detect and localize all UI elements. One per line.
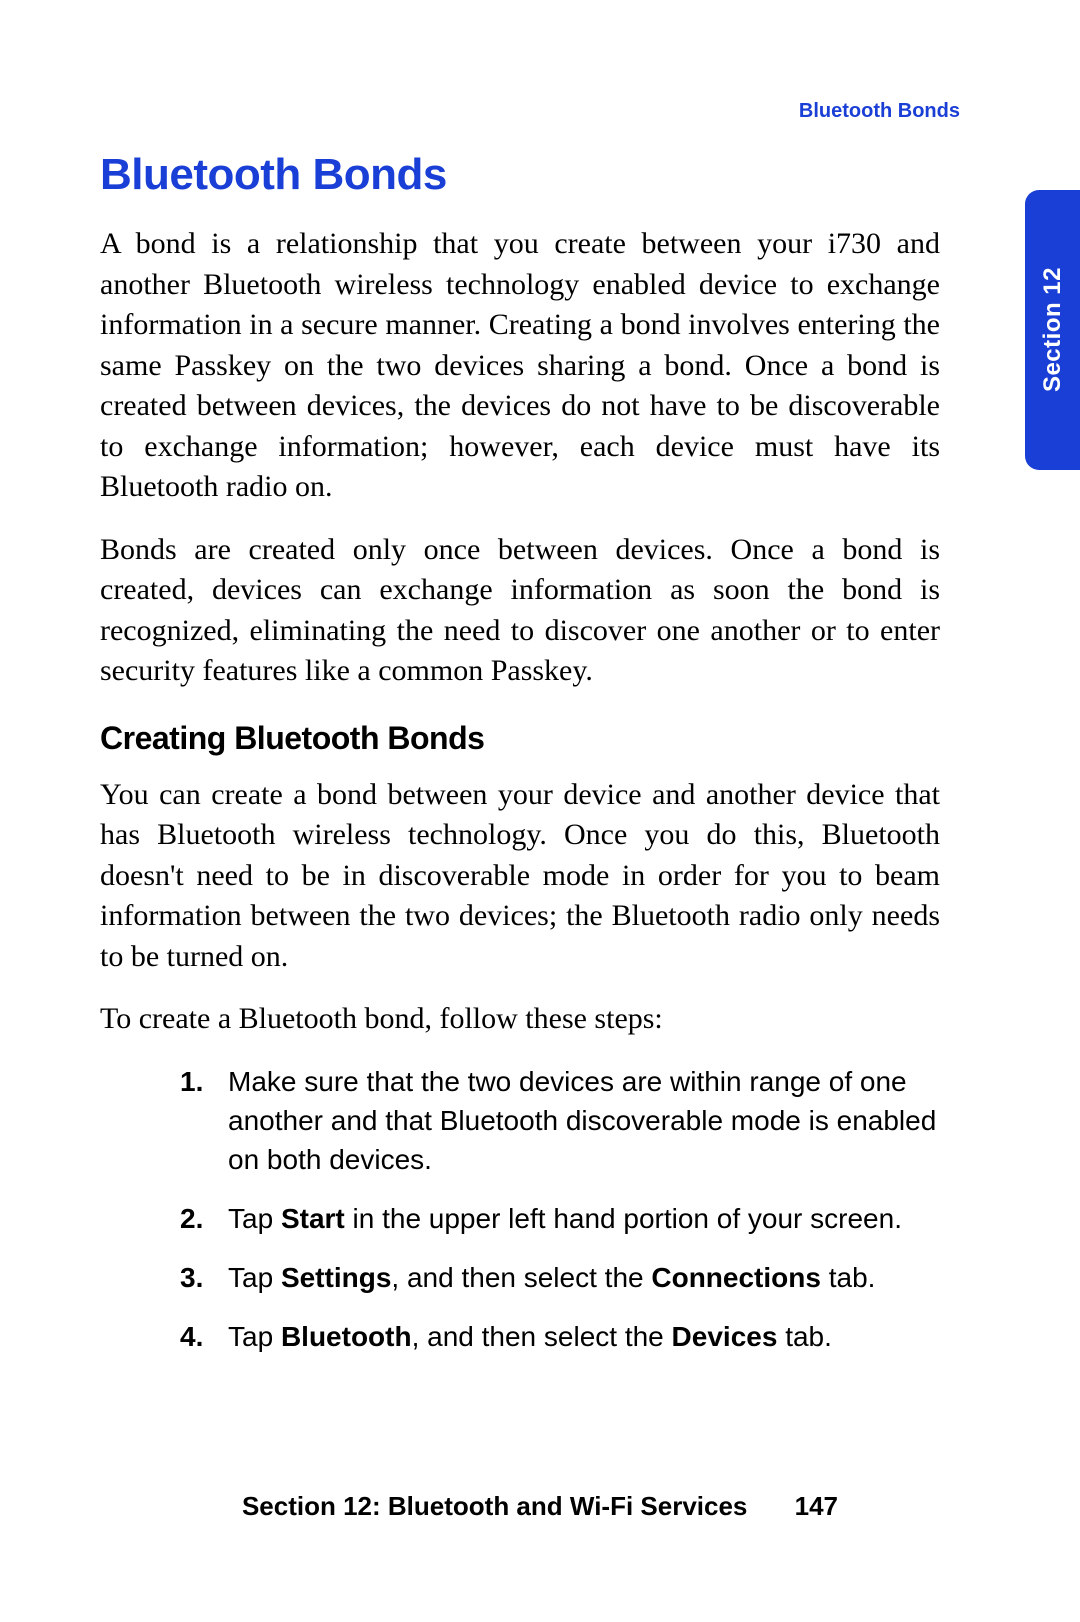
step-text-pre: Tap: [228, 1262, 281, 1293]
step-bold: Bluetooth: [281, 1321, 412, 1352]
section-tab-label: Section 12: [1039, 267, 1067, 392]
step-item: Tap Start in the upper left hand portion…: [180, 1199, 940, 1238]
running-header-text: Bluetooth Bonds: [799, 100, 960, 122]
intro-paragraph-1: A bond is a relationship that you create…: [100, 224, 940, 508]
step-text: Make sure that the two devices are withi…: [228, 1066, 936, 1175]
step-text-post: tab.: [777, 1321, 831, 1352]
sub-paragraph-1: You can create a bond between your devic…: [100, 775, 940, 978]
page-footer: Section 12: Bluetooth and Wi-Fi Services…: [0, 1491, 1080, 1522]
footer-section-label: Section 12: Bluetooth and Wi-Fi Services: [242, 1491, 747, 1521]
content-area: Bluetooth Bonds A bond is a relationship…: [100, 150, 940, 1357]
step-text-pre: Tap: [228, 1203, 281, 1234]
step-text-pre: Tap: [228, 1321, 281, 1352]
step-text-mid: , and then select the: [412, 1321, 672, 1352]
page-title: Bluetooth Bonds: [100, 150, 940, 200]
step-item: Tap Bluetooth, and then select the Devic…: [180, 1317, 940, 1356]
running-header: Bluetooth Bonds: [799, 100, 960, 123]
step-text-post: in the upper left hand portion of your s…: [345, 1203, 902, 1234]
step-text-mid: , and then select the: [391, 1262, 651, 1293]
sub-paragraph-2: To create a Bluetooth bond, follow these…: [100, 999, 940, 1040]
step-bold: Devices: [672, 1321, 778, 1352]
intro-paragraph-2: Bonds are created only once between devi…: [100, 530, 940, 692]
step-bold: Settings: [281, 1262, 391, 1293]
sub-heading: Creating Bluetooth Bonds: [100, 720, 940, 757]
step-item: Tap Settings, and then select the Connec…: [180, 1258, 940, 1297]
footer-page-number: 147: [795, 1491, 838, 1521]
section-tab: Section 12: [1025, 190, 1080, 470]
steps-list: Make sure that the two devices are withi…: [180, 1062, 940, 1357]
step-item: Make sure that the two devices are withi…: [180, 1062, 940, 1180]
page-container: Bluetooth Bonds Section 12 Bluetooth Bon…: [0, 0, 1080, 1622]
step-bold: Connections: [651, 1262, 821, 1293]
step-text-post: tab.: [821, 1262, 875, 1293]
step-bold: Start: [281, 1203, 345, 1234]
